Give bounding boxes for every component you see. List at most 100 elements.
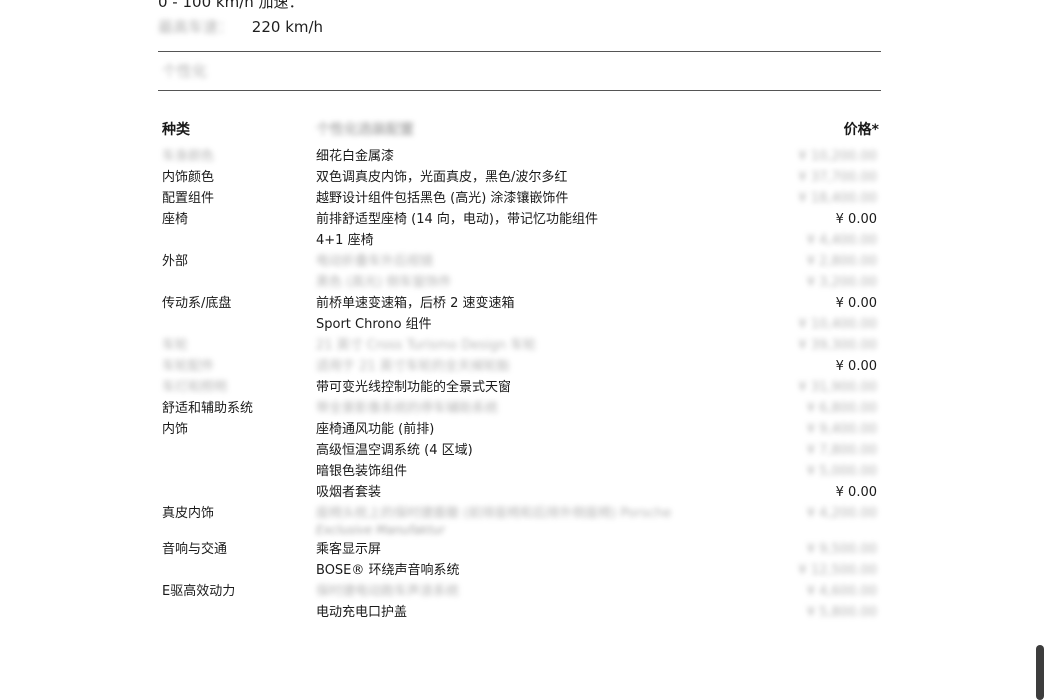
spec-value: 220 km/h [251,18,324,36]
row-option: BOSE® 环绕声音响系统 [316,560,460,581]
row-price: ¥ 0.00 [835,212,877,227]
table-row: Sport Chrono 组件 ¥ 10,400.00 [158,314,881,335]
divider-bottom [158,90,881,91]
table-row: 黑色 (高光) 侧车窗饰件 ¥ 3,200.00 [158,272,881,293]
table-row: 吸烟者套装 ¥ 0.00 [158,482,881,503]
spec-label: 0 - 100 km/h 加速： [158,0,304,11]
row-price: ¥ 37,700.00 [798,170,877,185]
row-option-subtext: Exclusive Manufaktur [316,523,445,537]
row-price: ¥ 18,400.00 [798,191,877,206]
row-option: 前桥单速变速箱，后桥 2 速变速箱 [316,293,515,314]
row-category: 车轮配件 [162,359,215,374]
row-option-text: 吸烟者套装 [316,485,382,500]
row-option: 细花白金属漆 [316,146,394,167]
row-option: 座椅头枕上的保时捷盾徽 (前排座椅和后排外侧座椅) Porsche Exclusi… [316,503,671,536]
row-option-text: 座椅通风功能 (前排) [316,422,435,437]
row-price: ¥ 3,200.00 [806,275,877,290]
row-option-text: 前排舒适型座椅 (14 向，电动)，带记忆功能组件 [316,212,598,227]
row-option-text: Sport Chrono 组件 [316,317,432,332]
row-price: ¥ 4,600.00 [806,584,877,599]
table-row: BOSE® 环绕声音响系统 ¥ 12,500.00 [158,560,881,581]
row-option: 乘客显示屏 [316,539,381,560]
row-price: ¥ 39,300.00 [798,338,877,353]
row-category: 音响与交通 [162,542,228,557]
row-option: Sport Chrono 组件 [316,314,432,335]
spec-label: 最高车速： [158,18,234,36]
table-row: 配置组件 越野设计组件包括黑色 (高光) 涂漆镶嵌饰件 ¥ 18,400.00 [158,188,881,209]
scrollbar-thumb[interactable] [1036,645,1044,700]
row-option-text: 带全景影像系统的停车辅助系统 [316,401,499,416]
row-option: 4+1 座椅 [316,230,374,251]
row-category: E驱高效动力 [162,584,236,599]
row-category: 车轮 [162,338,189,353]
row-option: 保时捷电动跑车声浪系统 [316,581,459,602]
section-title: 个性化 [162,62,208,80]
spec-top-speed: 最高车速： 220 km/h [158,16,323,37]
row-price: ¥ 9,400.00 [806,422,877,437]
row-option-text: 21 英寸 Cross Turismo Design 车轮 [316,338,537,353]
row-option: 带全景影像系统的停车辅助系统 [316,398,498,419]
row-category: 真皮内饰 [162,506,215,521]
row-price: ¥ 10,400.00 [798,317,877,332]
row-option: 吸烟者套装 [316,482,381,503]
row-option-text: 适用于 21 英寸车轮的全天候轮胎 [316,359,510,374]
row-category: 传动系/底盘 [162,296,232,311]
row-option: 适用于 21 英寸车轮的全天候轮胎 [316,356,510,377]
row-option-text: 电动折叠车外后视镜 [316,254,434,269]
row-category: 内饰 [162,422,189,437]
row-price: ¥ 4,200.00 [806,506,877,521]
row-category: 配置组件 [162,191,215,206]
options-table: 种类 个性化选装配置 价格* 车身颜色 细花白金属漆 ¥ 10,200.00 内饰颜色… [158,116,881,623]
table-row: 车灯和照明 带可变光线控制功能的全景式天窗 ¥ 31,900.00 [158,377,881,398]
row-option: 越野设计组件包括黑色 (高光) 涂漆镶嵌饰件 [316,188,568,209]
row-category: 车身颜色 [162,149,215,164]
table-row: E驱高效动力 保时捷电动跑车声浪系统 ¥ 4,600.00 [158,581,881,602]
table-row: 车身颜色 细花白金属漆 ¥ 10,200.00 [158,146,881,167]
table-row: 电动充电口护盖 ¥ 5,800.00 [158,602,881,623]
row-option-text: 前桥单速变速箱，后桥 2 速变速箱 [316,296,515,311]
header-option: 个性化选装配置 [316,122,414,138]
row-price: ¥ 6,800.00 [806,401,877,416]
row-price: ¥ 5,000.00 [806,464,877,479]
row-option-text: 带可变光线控制功能的全景式天窗 [316,380,512,395]
row-option-text: 暗银色装饰组件 [316,464,408,479]
row-option-text: 双色调真皮内饰，光面真皮，黑色/波尔多红 [316,170,568,185]
table-row: 车轮 21 英寸 Cross Turismo Design 车轮 ¥ 39,300.… [158,335,881,356]
row-option-text: 4+1 座椅 [316,233,374,248]
row-price: ¥ 31,900.00 [798,380,877,395]
row-option: 座椅通风功能 (前排) [316,419,434,440]
row-option-text: 越野设计组件包括黑色 (高光) 涂漆镶嵌饰件 [316,191,569,206]
row-option-text: 座椅头枕上的保时捷盾徽 (前排座椅和后排外侧座椅) Porsche [316,506,672,521]
row-price: ¥ 2,800.00 [806,254,877,269]
row-price: ¥ 0.00 [835,485,877,500]
row-option-text: 乘客显示屏 [316,542,382,557]
row-option-text: 细花白金属漆 [316,149,395,164]
table-row: 高级恒温空调系统 (4 区域) ¥ 7,800.00 [158,440,881,461]
row-option-text: 高级恒温空调系统 (4 区域) [316,443,473,458]
row-option: 电动折叠车外后视镜 [316,251,433,272]
table-row: 真皮内饰 座椅头枕上的保时捷盾徽 (前排座椅和后排外侧座椅) Porsche Exc… [158,503,881,539]
row-category: 座椅 [162,212,189,227]
table-row: 传动系/底盘 前桥单速变速箱，后桥 2 速变速箱 ¥ 0.00 [158,293,881,314]
row-option: 前排舒适型座椅 (14 向，电动)，带记忆功能组件 [316,209,598,230]
document-page: 0 - 100 km/h 加速： 最高车速： 220 km/h 个性化 种类 个… [0,0,1050,700]
row-price: ¥ 0.00 [835,296,877,311]
row-option: 电动充电口护盖 [316,602,407,623]
row-price: ¥ 9,500.00 [806,542,877,557]
table-row: 暗银色装饰组件 ¥ 5,000.00 [158,461,881,482]
table-row: 舒适和辅助系统 带全景影像系统的停车辅助系统 ¥ 6,800.00 [158,398,881,419]
divider-top [158,51,881,52]
row-option-text: 黑色 (高光) 侧车窗饰件 [316,275,452,290]
row-option-text: 电动充电口护盖 [316,605,408,620]
header-price: 价格* [843,122,879,138]
row-option-text: BOSE® 环绕声音响系统 [316,563,460,578]
row-category: 内饰颜色 [162,170,215,185]
row-option: 带可变光线控制功能的全景式天窗 [316,377,511,398]
table-row: 内饰 座椅通风功能 (前排) ¥ 9,400.00 [158,419,881,440]
row-price: ¥ 0.00 [835,359,877,374]
row-option: 21 英寸 Cross Turismo Design 车轮 [316,335,536,356]
row-option: 暗银色装饰组件 [316,461,407,482]
row-price: ¥ 12,500.00 [798,563,877,578]
table-row: 内饰颜色 双色调真皮内饰，光面真皮，黑色/波尔多红 ¥ 37,700.00 [158,167,881,188]
table-row: 车轮配件 适用于 21 英寸车轮的全天候轮胎 ¥ 0.00 [158,356,881,377]
